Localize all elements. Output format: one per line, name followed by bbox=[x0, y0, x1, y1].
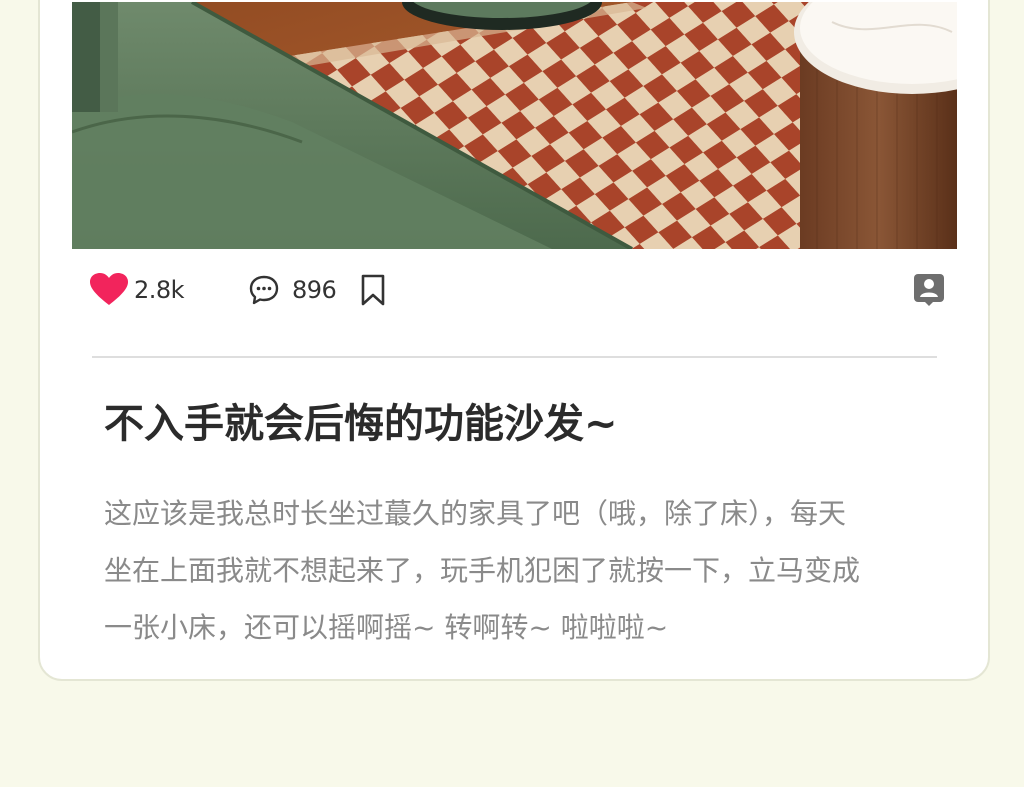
contact-card-icon bbox=[912, 273, 946, 307]
divider bbox=[92, 356, 937, 358]
post-body-line: 坐在上面我就不想起来了，玩手机犯困了就按一下，立马变成 bbox=[104, 554, 861, 587]
post-title: 不入手就会后悔的功能沙发~ bbox=[104, 401, 618, 447]
post-body-line: 这应该是我总时长坐过蕞久的家具了吧（哦，除了床），每天 bbox=[104, 497, 847, 530]
post-body-line: 一张小床，还可以摇啊摇~ 转啊转~ 啦啦啦~ bbox=[104, 611, 669, 644]
post-photo[interactable] bbox=[72, 2, 957, 249]
profile-card-button[interactable] bbox=[912, 268, 946, 312]
comment-bubble-icon bbox=[248, 274, 280, 306]
comment-count: 896 bbox=[292, 276, 337, 304]
like-count: 2.8k bbox=[134, 276, 185, 304]
like-button[interactable]: 2.8k bbox=[90, 268, 185, 312]
bookmark-icon bbox=[360, 274, 386, 306]
heart-icon bbox=[90, 273, 128, 307]
post-body: 这应该是我总时长坐过蕞久的家具了吧（哦，除了床），每天 坐在上面我就不想起来了，… bbox=[104, 485, 934, 656]
post-card: 2.8k 896 不入手就会后悔的功能沙发~ 这应该是我总时长坐过蕞久的家具了吧… bbox=[38, 0, 990, 681]
action-bar: 2.8k 896 bbox=[90, 268, 950, 312]
save-button[interactable] bbox=[360, 268, 386, 312]
comment-button[interactable]: 896 bbox=[248, 268, 337, 312]
